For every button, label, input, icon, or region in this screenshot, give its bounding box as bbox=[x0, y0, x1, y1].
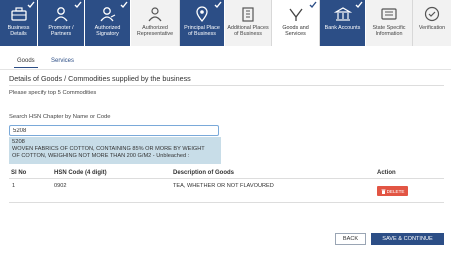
row-sl-no: 1 bbox=[12, 183, 16, 189]
tab-services[interactable]: Services bbox=[51, 58, 74, 64]
check-icon bbox=[214, 1, 222, 9]
hsn-suggestion-item[interactable]: 5208 WOVEN FABRICS OF COTTON, CONTAINING… bbox=[9, 137, 221, 164]
step-business-details[interactable]: Business Details bbox=[0, 0, 38, 46]
step-label: Verification bbox=[418, 25, 446, 31]
step-authorized-signatory[interactable]: Authorized Signatory bbox=[85, 0, 131, 46]
divider bbox=[9, 178, 444, 179]
column-header-action: Action bbox=[377, 170, 396, 176]
divider bbox=[9, 85, 444, 86]
step-verification[interactable]: Verification bbox=[413, 0, 451, 46]
people-icon bbox=[148, 7, 162, 22]
back-button[interactable]: BACK bbox=[335, 233, 366, 245]
user-icon bbox=[99, 7, 115, 22]
check-icon bbox=[309, 1, 317, 9]
delete-label: DELETE bbox=[386, 188, 405, 194]
info-card-icon bbox=[381, 8, 397, 20]
step-label: Bank Accounts bbox=[324, 25, 361, 31]
suggestion-description-line1: WOVEN FABRICS OF COTTON, CONTAINING 85% … bbox=[12, 146, 205, 152]
registration-steps: Business Details Promoter / Partners Aut… bbox=[0, 0, 451, 46]
instruction-text: Please specify top 5 Commodities bbox=[9, 90, 97, 96]
check-icon bbox=[74, 1, 82, 9]
check-circle-icon bbox=[424, 6, 440, 22]
users-icon bbox=[54, 7, 68, 22]
column-header-hsn-code: HSN Code (4 digit) bbox=[54, 170, 107, 176]
check-icon bbox=[120, 1, 128, 9]
step-label: Principal Place of Business bbox=[184, 25, 220, 37]
step-state-specific[interactable]: State Specific Information bbox=[366, 0, 413, 46]
save-continue-button[interactable]: SAVE & CONTINUE bbox=[371, 233, 444, 245]
step-bank-accounts[interactable]: Bank Accounts bbox=[320, 0, 366, 46]
step-label: Promoter / Partners bbox=[48, 25, 74, 37]
check-icon bbox=[355, 1, 363, 9]
step-label: Authorized Representative bbox=[136, 25, 174, 37]
column-header-description: Description of Goods bbox=[173, 170, 235, 176]
step-label: State Specific Information bbox=[372, 25, 406, 37]
location-pin-icon bbox=[196, 6, 208, 23]
hsn-search-input[interactable] bbox=[9, 125, 219, 136]
column-header-sl-no: Sl No bbox=[11, 170, 27, 176]
row-hsn-code: 0902 bbox=[54, 183, 67, 189]
step-goods-services[interactable]: Goods and Services bbox=[272, 0, 320, 46]
step-label: Goods and Services bbox=[282, 25, 309, 37]
step-label: Business Details bbox=[7, 25, 30, 37]
suggestion-description-line2: OF COTTON, WEIGHING NOT MORE THAN 200 G/… bbox=[12, 153, 190, 159]
goods-services-tabs: Goods Services bbox=[0, 56, 451, 70]
trash-icon bbox=[381, 189, 386, 194]
check-icon bbox=[27, 1, 35, 9]
page-title: Details of Goods / Commodities supplied … bbox=[9, 74, 191, 83]
building-icon bbox=[242, 7, 254, 22]
suggestion-code: 5208 bbox=[12, 139, 25, 145]
step-principal-place[interactable]: Principal Place of Business bbox=[180, 0, 225, 46]
divider bbox=[9, 202, 444, 203]
briefcase-icon bbox=[10, 7, 27, 21]
bank-icon bbox=[333, 7, 352, 21]
tab-goods[interactable]: Goods bbox=[14, 58, 38, 68]
goods-icon bbox=[288, 8, 303, 21]
step-label: Additional Places of Business bbox=[227, 25, 269, 37]
step-promoter-partners[interactable]: Promoter / Partners bbox=[38, 0, 85, 46]
delete-button[interactable]: DELETE bbox=[377, 186, 408, 196]
row-description: TEA, WHETHER OR NOT FLAVOURED bbox=[173, 183, 274, 189]
search-label: Search HSN Chapter by Name or Code bbox=[9, 114, 111, 120]
step-label: Authorized Signatory bbox=[94, 25, 121, 37]
step-authorized-representative[interactable]: Authorized Representative bbox=[131, 0, 180, 46]
step-additional-places[interactable]: Additional Places of Business bbox=[225, 0, 272, 46]
